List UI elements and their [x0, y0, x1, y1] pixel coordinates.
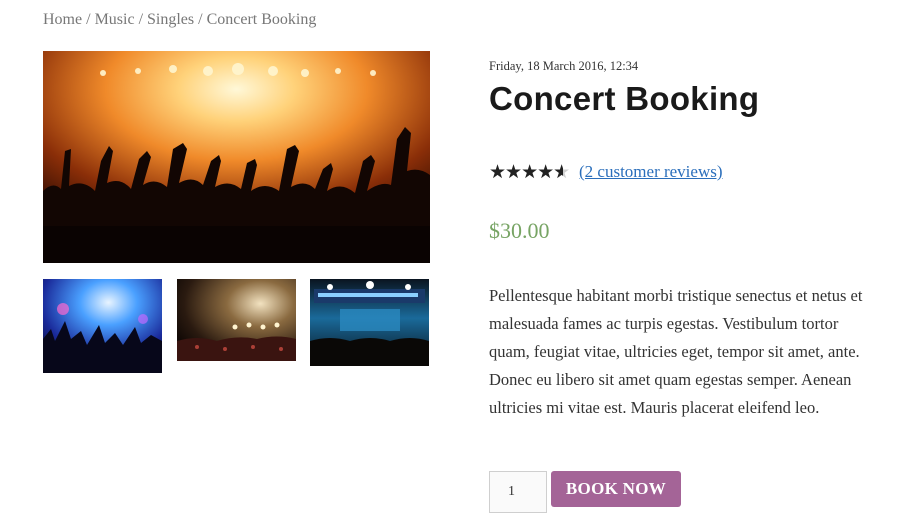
breadcrumb-current: Concert Booking: [206, 11, 317, 28]
product-price: $30.00: [489, 218, 550, 243]
product-thumbnail-2[interactable]: [177, 279, 296, 361]
product-main-image[interactable]: [43, 51, 430, 263]
customer-reviews-link[interactable]: (2 customer reviews): [579, 162, 723, 182]
breadcrumb: Home / Music / Singles / Concert Booking: [43, 11, 316, 29]
breadcrumb-singles[interactable]: Singles: [147, 11, 194, 28]
breadcrumb-separator: /: [86, 11, 91, 28]
star-rating-filled: ★★★★★: [489, 163, 563, 181]
product-rating: ★★★★★ ★★★★★ (2 customer reviews): [489, 161, 723, 183]
product-date: Friday, 18 March 2016, 12:34: [489, 59, 639, 73]
product-thumbnail-1[interactable]: [43, 279, 162, 373]
product-description: Pellentesque habitant morbi tristique se…: [489, 286, 863, 417]
breadcrumb-home[interactable]: Home: [43, 11, 82, 28]
breadcrumb-music[interactable]: Music: [95, 11, 135, 28]
breadcrumb-separator: /: [138, 11, 144, 28]
product-thumbnail-3[interactable]: [310, 279, 429, 366]
product-title: Concert Booking: [489, 80, 760, 117]
star-rating-icon: ★★★★★ ★★★★★: [489, 163, 571, 182]
breadcrumb-separator: /: [198, 11, 203, 28]
quantity-input[interactable]: [489, 471, 547, 513]
book-now-button[interactable]: BOOK NOW: [551, 471, 681, 507]
